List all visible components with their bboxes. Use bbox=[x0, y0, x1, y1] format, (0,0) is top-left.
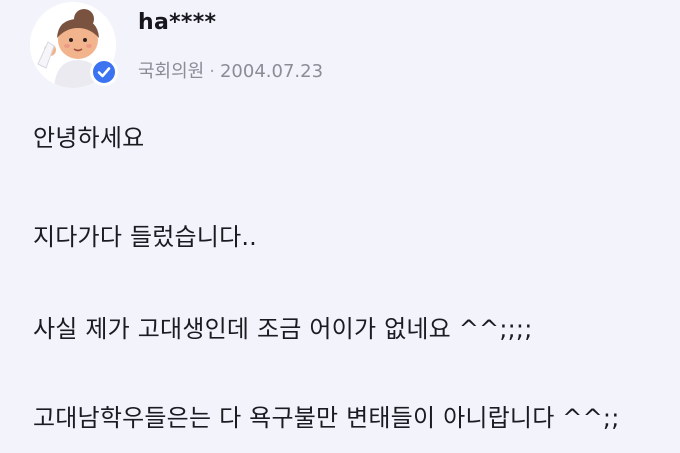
post-card: ha**** 국회의원 · 2004.07.23 안녕하세요 지다가다 들렀습니다.… bbox=[0, 0, 680, 453]
post-text-line: 사실 제가 고대생인데 조금 어이가 없네요 ^^;;;; bbox=[33, 315, 533, 343]
post-text-line: 고대남학우들은는 다 욕구불만 변태들이 아니랍니다 ^^;; bbox=[33, 404, 620, 432]
post-date: 2004.07.23 bbox=[219, 61, 324, 82]
author-meta: 국회의원 · 2004.07.23 bbox=[138, 57, 323, 83]
post-text-line: 안녕하세요 bbox=[33, 124, 145, 152]
verified-check-icon bbox=[97, 67, 111, 78]
meta-separator: · bbox=[209, 61, 215, 82]
post-text-line: 지다가다 들렀습니다.. bbox=[33, 223, 258, 251]
author-header: ha**** 국회의원 · 2004.07.23 bbox=[30, 2, 650, 92]
verified-badge bbox=[90, 58, 118, 86]
author-avatar[interactable] bbox=[30, 2, 118, 88]
author-role: 국회의원 bbox=[138, 61, 205, 82]
author-name[interactable]: ha**** bbox=[138, 10, 216, 35]
